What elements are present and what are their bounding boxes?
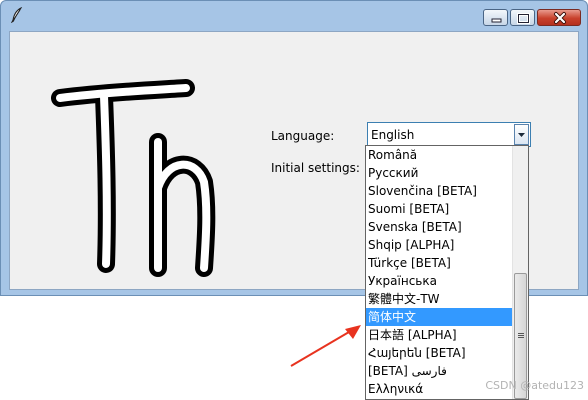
chevron-down-icon xyxy=(518,133,525,137)
language-option[interactable]: Հայերեն [BETA] xyxy=(366,344,512,362)
minimize-button[interactable] xyxy=(483,9,508,26)
watermark-text: CSDN @atedu123 xyxy=(485,379,584,392)
close-button[interactable] xyxy=(537,9,581,26)
th-logo xyxy=(51,79,216,277)
language-label: Language: xyxy=(271,129,335,143)
language-option[interactable]: Svenska [BETA] xyxy=(366,218,512,236)
maximize-icon xyxy=(517,13,530,24)
language-select[interactable]: English xyxy=(367,122,531,147)
feather-icon xyxy=(10,7,23,23)
language-option[interactable]: Shqip [ALPHA] xyxy=(366,236,512,254)
language-dropdown-list[interactable]: Română Русский Slovenčina [BETA] Suomi [BET… xyxy=(365,145,529,400)
dropdown-scrollbar[interactable] xyxy=(512,146,528,399)
language-option[interactable]: Română xyxy=(366,146,512,164)
grip-icon xyxy=(518,333,524,338)
language-option[interactable]: [BETA] فارسی xyxy=(366,362,512,380)
language-option[interactable]: 繁體中文-TW xyxy=(366,290,512,308)
close-icon xyxy=(554,12,566,24)
language-option[interactable]: Türkçe [BETA] xyxy=(366,254,512,272)
language-select-value: English xyxy=(371,128,415,142)
maximize-button[interactable] xyxy=(510,9,535,26)
language-option[interactable]: Suomi [BETA] xyxy=(366,200,512,218)
language-option[interactable]: Русский xyxy=(366,164,512,182)
minimize-icon xyxy=(491,18,502,23)
language-options: Română Русский Slovenčina [BETA] Suomi [BET… xyxy=(366,146,512,398)
initial-settings-label: Initial settings: xyxy=(271,161,360,175)
language-option[interactable]: 简体中文 xyxy=(366,308,512,326)
language-option[interactable]: Українська xyxy=(366,272,512,290)
title-bar[interactable] xyxy=(1,1,587,31)
language-option[interactable]: Slovenčina [BETA] xyxy=(366,182,512,200)
language-option[interactable]: 日本語 [ALPHA] xyxy=(366,326,512,344)
annotation-arrow-icon xyxy=(290,325,361,367)
language-select-toggle[interactable] xyxy=(514,124,529,145)
